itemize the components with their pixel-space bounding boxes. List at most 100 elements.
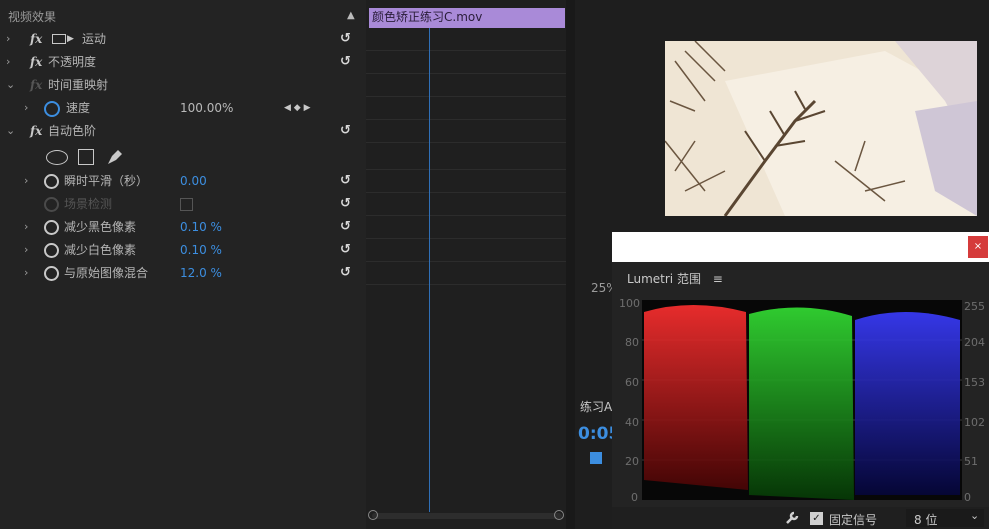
row-divider (366, 215, 566, 216)
pen-mask-icon[interactable] (106, 148, 124, 166)
stopwatch-icon[interactable] (44, 266, 59, 281)
scope-tick-right: 51 (964, 455, 978, 468)
row-divider (366, 192, 566, 193)
effect-controls-timeline[interactable] (366, 0, 566, 529)
mask-tools (44, 146, 134, 166)
collapse-arrow-icon[interactable]: ▲ (347, 10, 355, 21)
lumetri-title-text: Lumetri 范围 (627, 272, 701, 286)
property-row-white-clip[interactable]: › 减少白色像素 0.10 % ↺ (0, 239, 366, 261)
expand-twisty-icon[interactable]: › (24, 97, 28, 119)
reset-icon[interactable]: ↺ (340, 193, 351, 215)
scope-tick-right: 204 (964, 336, 985, 349)
reset-icon[interactable]: ↺ (340, 170, 351, 192)
clip-bar[interactable]: 颜色矫正练习C.mov (369, 8, 565, 28)
scope-tick-right: 255 (964, 300, 985, 313)
property-row-speed[interactable]: › 速度 100.00% ◀ ◆ ▶ (0, 97, 366, 119)
clip-name: 颜色矫正练习C.mov (372, 10, 483, 24)
floating-window-titlebar[interactable] (612, 232, 989, 262)
chevron-down-icon: ⌄ (970, 509, 980, 522)
keyframe-nav-icon[interactable]: ◀ ◆ ▶ (284, 97, 311, 119)
temporal-smoothing-value[interactable]: 0.00 (180, 170, 207, 192)
scope-tick-left: 100 (619, 297, 640, 310)
transform-icon[interactable] (52, 34, 66, 44)
scope-tick-left: 80 (625, 336, 639, 349)
expand-twisty-icon[interactable]: › (6, 51, 10, 73)
row-divider (366, 73, 566, 74)
fx-icon[interactable]: fx (30, 51, 42, 73)
snap-icon[interactable] (590, 452, 602, 464)
property-label: 场景检测 (64, 197, 113, 211)
property-label: 瞬时平滑（秒） (64, 174, 149, 188)
reset-icon[interactable]: ↺ (340, 239, 351, 261)
clamp-signal-checkbox[interactable]: ✓ (810, 512, 823, 525)
timeline-zoom-scrollbar[interactable] (372, 513, 562, 519)
row-divider (366, 119, 566, 120)
effect-label: 运动 (82, 32, 107, 46)
scroll-handle-left[interactable] (368, 510, 378, 520)
row-divider (366, 169, 566, 170)
row-divider (366, 261, 566, 262)
scope-tick-left: 0 (631, 491, 638, 504)
fx-icon[interactable]: fx (30, 28, 42, 50)
speed-value[interactable]: 100.00% (180, 97, 233, 119)
property-label: 与原始图像混合 (64, 266, 149, 280)
property-label: 减少白色像素 (64, 243, 137, 257)
close-button[interactable]: × (968, 236, 988, 258)
stopwatch-icon[interactable] (44, 220, 59, 235)
reset-icon[interactable]: ↺ (340, 262, 351, 284)
effect-row-auto-levels[interactable]: ⌄ fx 自动色阶 ↺ (0, 120, 366, 142)
playhead[interactable] (429, 28, 430, 512)
parade-graph (642, 305, 962, 500)
property-row-scene-detect[interactable]: 场景检测 ↺ (0, 193, 366, 215)
blend-value[interactable]: 12.0 % (180, 262, 222, 284)
property-row-temporal-smoothing[interactable]: › 瞬时平滑（秒） 0.00 ↺ (0, 170, 366, 192)
row-divider (366, 238, 566, 239)
expand-twisty-icon[interactable]: ⌄ (6, 120, 15, 142)
property-row-black-clip[interactable]: › 减少黑色像素 0.10 % ↺ (0, 216, 366, 238)
effect-row-opacity[interactable]: › fx 不透明度 ↺ (0, 51, 366, 73)
play-arrow-icon: ▶ (67, 34, 74, 44)
ellipse-mask-icon[interactable] (46, 150, 68, 165)
stopwatch-icon[interactable] (44, 101, 60, 117)
fx-icon[interactable]: fx (30, 120, 42, 142)
scope-tick-right: 153 (964, 376, 985, 389)
expand-twisty-icon[interactable]: › (24, 216, 28, 238)
row-divider (366, 96, 566, 97)
white-clip-value[interactable]: 0.10 % (180, 239, 222, 261)
stopwatch-icon[interactable] (44, 174, 59, 189)
reset-icon[interactable]: ↺ (340, 51, 351, 73)
expand-twisty-icon[interactable]: › (24, 170, 28, 192)
bit-depth-value: 8 位 (914, 513, 938, 527)
property-label: 速度 (66, 101, 91, 115)
scroll-handle-right[interactable] (554, 510, 564, 520)
scope-tick-left: 40 (625, 416, 639, 429)
rectangle-mask-icon[interactable] (78, 149, 94, 165)
property-label: 减少黑色像素 (64, 220, 137, 234)
clamp-signal-label: 固定信号 (829, 513, 878, 527)
black-clip-value[interactable]: 0.10 % (180, 216, 222, 238)
scene-detect-checkbox[interactable] (180, 198, 193, 211)
effect-row-time-remap[interactable]: ⌄ fx 时间重映射 (0, 74, 366, 96)
panel-menu-icon[interactable]: ≡ (713, 272, 723, 286)
effect-row-motion[interactable]: › fx ▶ 运动 ↺ (0, 28, 366, 50)
video-preview[interactable] (665, 41, 977, 216)
expand-twisty-icon[interactable]: ⌄ (6, 74, 15, 96)
wrench-icon[interactable] (784, 510, 800, 526)
effect-label: 自动色阶 (48, 124, 97, 138)
effect-label: 不透明度 (48, 55, 97, 69)
expand-twisty-icon[interactable]: › (6, 28, 10, 50)
expand-twisty-icon[interactable]: › (24, 262, 28, 284)
stopwatch-icon[interactable] (44, 243, 59, 258)
video-effects-header: 视频效果 (8, 10, 57, 24)
reset-icon[interactable]: ↺ (340, 216, 351, 238)
lumetri-title: Lumetri 范围 ≡ (627, 270, 723, 287)
bit-depth-select[interactable]: 8 位 ⌄ (906, 509, 984, 527)
property-row-blend-with-original[interactable]: › 与原始图像混合 12.0 % ↺ (0, 262, 366, 284)
reset-icon[interactable]: ↺ (340, 120, 351, 142)
expand-twisty-icon[interactable]: › (24, 239, 28, 261)
fx-icon[interactable]: fx (30, 74, 42, 96)
reset-icon[interactable]: ↺ (340, 28, 351, 50)
effect-label: 时间重映射 (48, 78, 109, 92)
rgb-parade-scope (642, 300, 962, 500)
row-divider (366, 142, 566, 143)
